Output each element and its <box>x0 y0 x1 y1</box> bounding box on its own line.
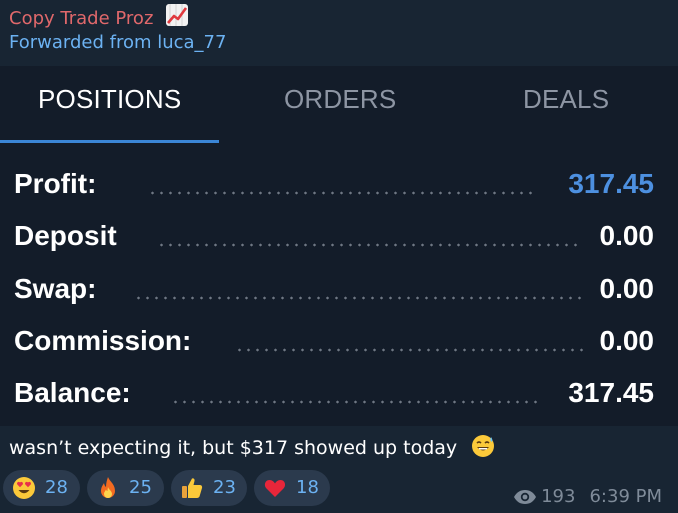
channel-name[interactable]: Copy Trade Proz <box>9 3 189 29</box>
reaction-count: 23 <box>213 477 236 498</box>
summary-row-balance: Balance: 317.45 <box>14 373 654 417</box>
tab-deals: DEALS <box>523 84 610 114</box>
reaction-heart-eyes[interactable]: 28 <box>3 470 80 506</box>
reaction-count: 28 <box>45 477 68 498</box>
row-label: Balance: <box>14 377 131 408</box>
row-value: 317.45 <box>568 168 654 199</box>
summary-row-profit: Profit: 317.45 <box>14 164 654 208</box>
summary-row-commission: Commission: 0.00 <box>14 321 654 365</box>
tab-orders: ORDERS <box>284 84 397 114</box>
row-value: 0.00 <box>599 325 655 356</box>
tab-positions: POSITIONS <box>38 84 182 114</box>
heart-icon <box>264 480 286 497</box>
active-tab-indicator <box>0 140 219 143</box>
dot-leader <box>171 400 541 404</box>
row-value: 317.45 <box>568 377 654 408</box>
reaction-count: 25 <box>129 477 152 498</box>
reaction-fire[interactable]: 25 <box>87 470 164 506</box>
message-header: Copy Trade Proz Forwarded from luca_77 <box>0 0 678 66</box>
reaction-count: 18 <box>296 477 319 498</box>
forwarded-from[interactable]: Forwarded from luca_77 <box>9 32 226 53</box>
eye-icon <box>514 490 537 504</box>
thumbs-up-icon <box>182 478 203 498</box>
message-time: 6:39 PM <box>589 486 662 507</box>
row-value: 0.00 <box>599 273 655 304</box>
dot-leader <box>148 191 532 195</box>
dot-leader <box>134 296 584 300</box>
dot-leader <box>235 348 583 352</box>
reaction-thumbs-up[interactable]: 23 <box>171 470 247 506</box>
summary-row-swap: Swap: 0.00 <box>14 269 654 313</box>
trade-screenshot[interactable]: POSITIONS ORDERS DEALS Profit: 317.45 De… <box>0 66 678 426</box>
row-value: 0.00 <box>599 220 655 251</box>
summary-row-deposit: Deposit 0.00 <box>14 216 654 260</box>
row-label: Commission: <box>14 325 192 356</box>
sweat-smile-icon <box>472 435 495 457</box>
message-caption: wasn’t expecting it, but $317 showed up … <box>9 434 495 459</box>
view-count: 193 <box>541 486 576 507</box>
row-label: Swap: <box>14 273 97 304</box>
row-label: Profit: <box>14 168 97 199</box>
row-label: Deposit <box>14 220 117 251</box>
message-meta: 193 6:39 PM <box>513 486 662 507</box>
heart-eyes-icon <box>13 477 35 499</box>
chart-increasing-icon <box>166 4 189 26</box>
caption-text: wasn’t expecting it, but $317 showed up … <box>9 437 458 459</box>
tab-bar: POSITIONS ORDERS DEALS <box>0 66 678 143</box>
fire-icon <box>101 477 115 498</box>
reaction-heart[interactable]: 18 <box>254 470 330 506</box>
channel-name-text: Copy Trade Proz <box>9 8 154 29</box>
dot-leader <box>157 243 581 247</box>
